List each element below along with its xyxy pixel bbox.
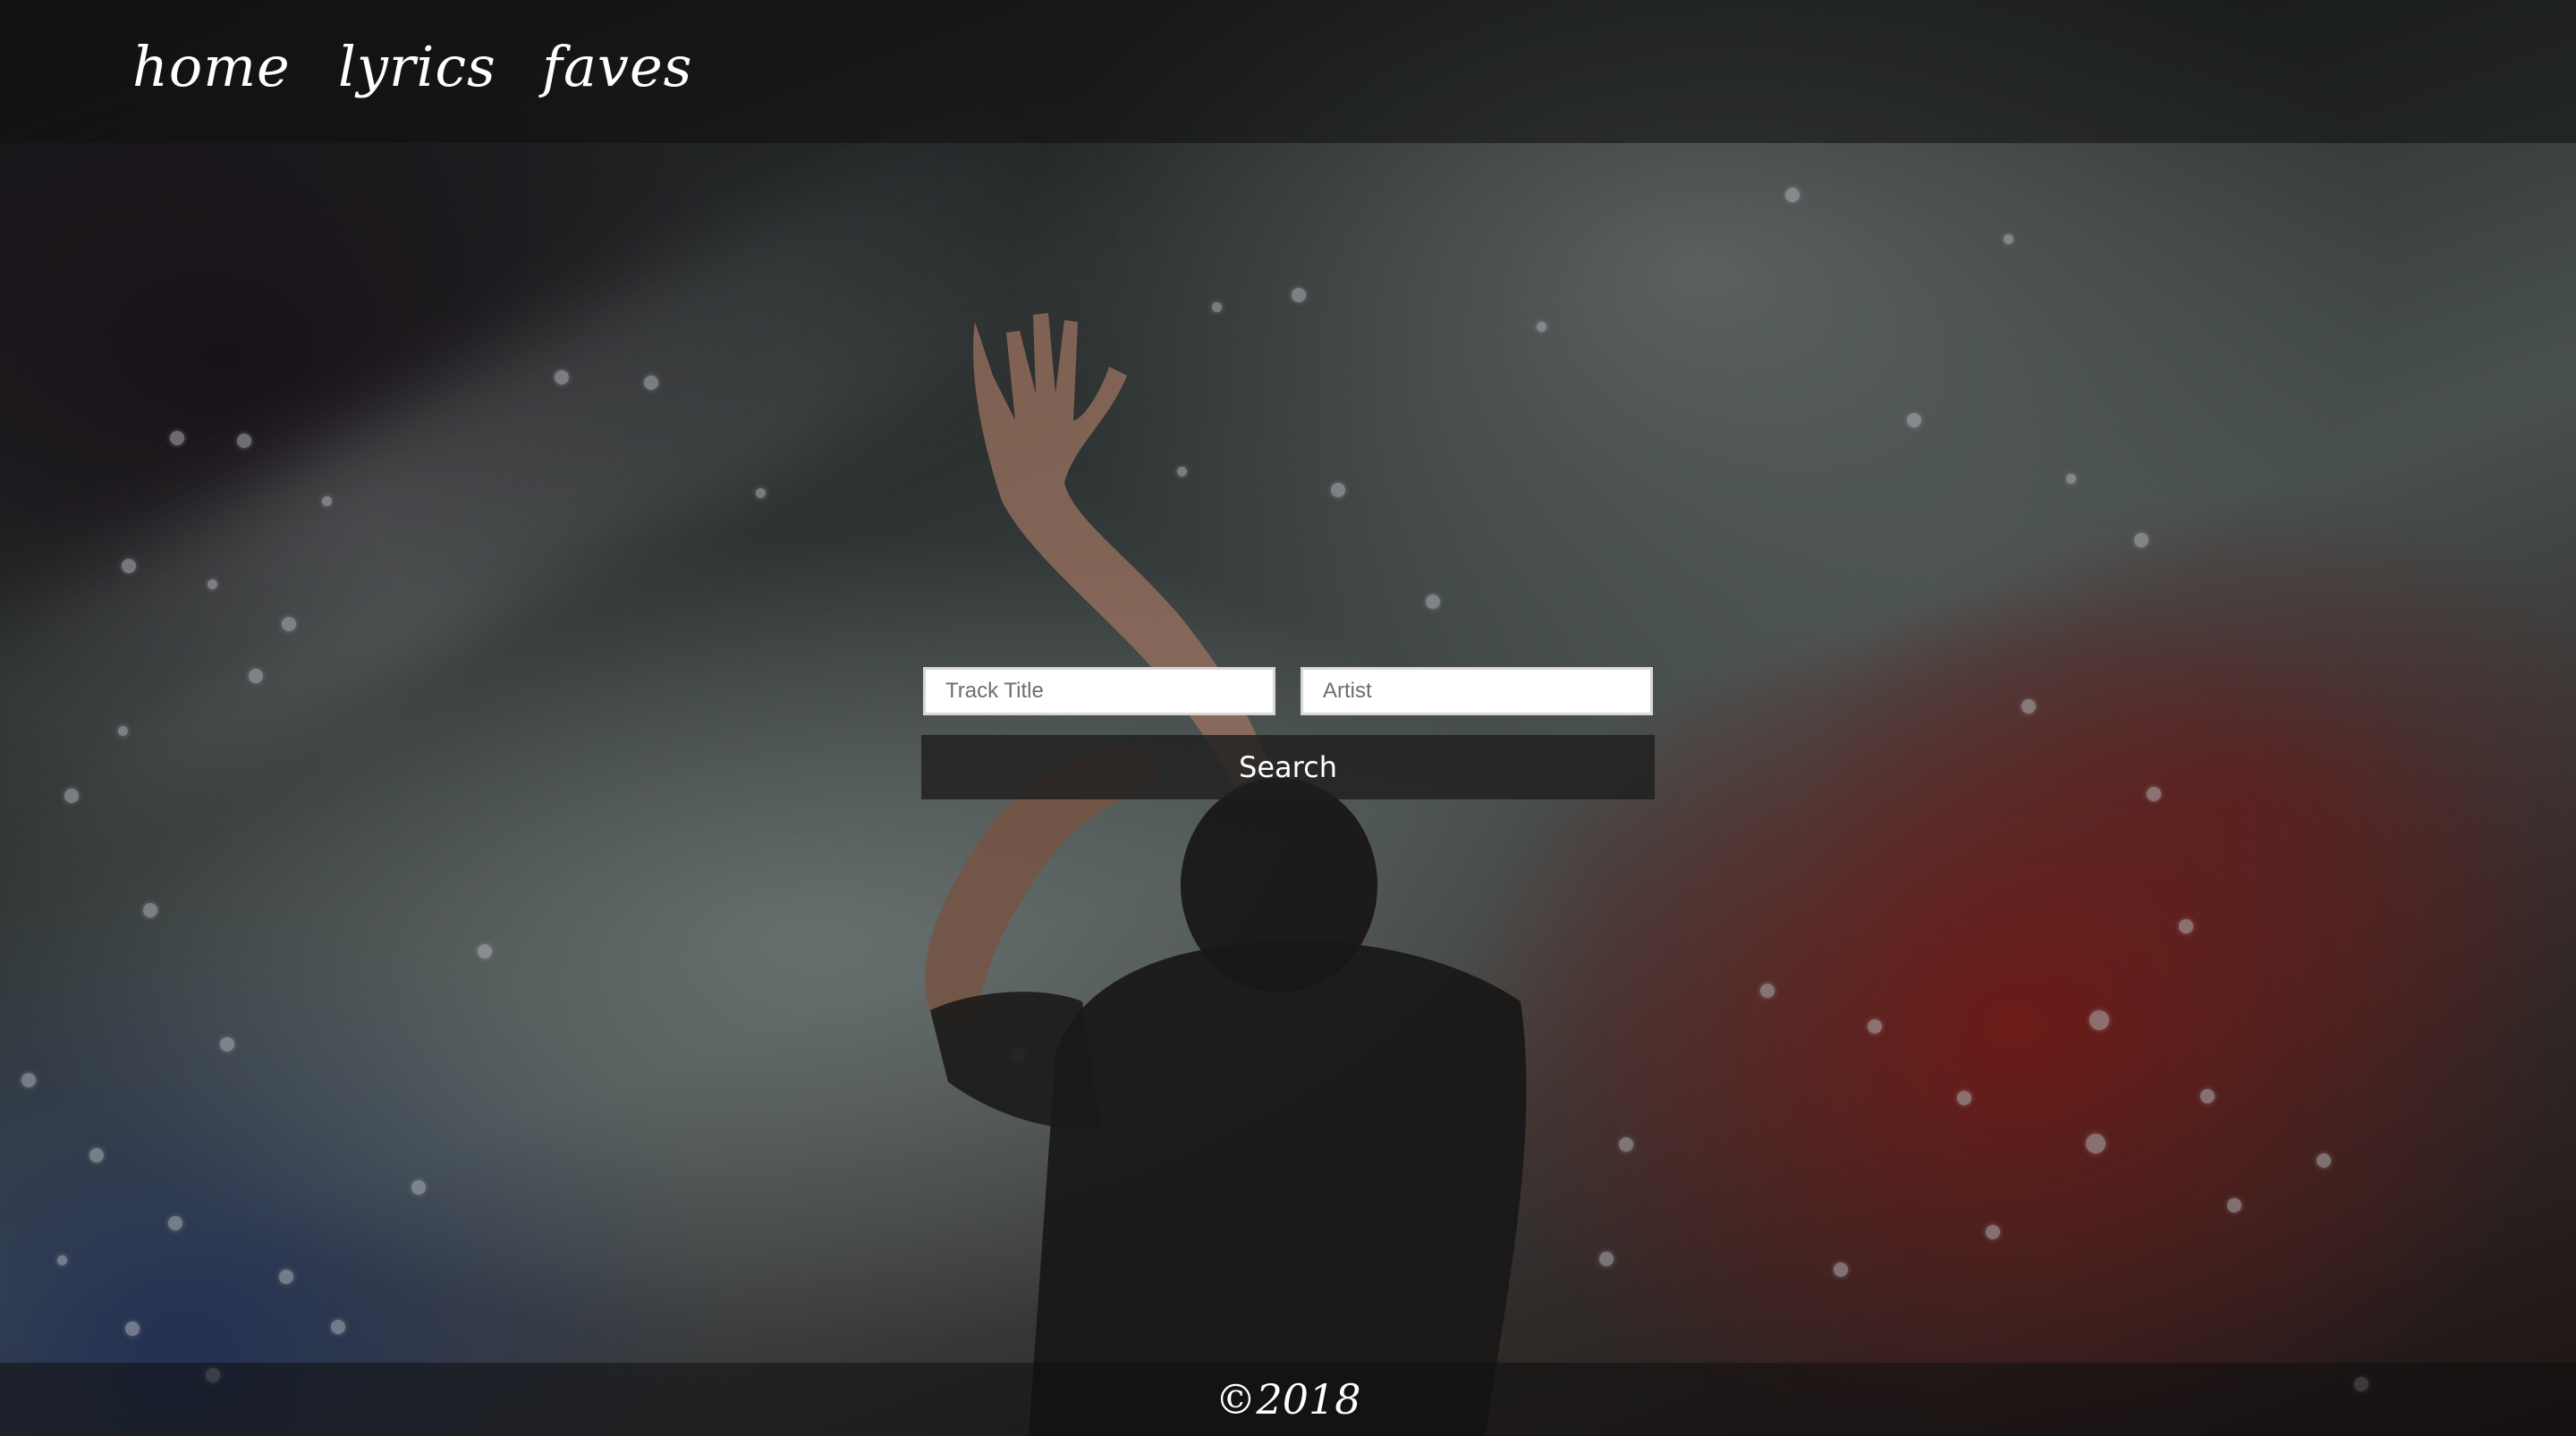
search-button[interactable]: Search — [921, 735, 1655, 799]
search-fields-row — [923, 667, 1653, 715]
artist-input[interactable] — [1301, 667, 1653, 715]
nav-link-home[interactable]: home — [132, 34, 291, 99]
copyright-text: ©2018 — [1215, 1375, 1361, 1423]
footer: ©2018 — [0, 1363, 2576, 1436]
top-nav: home lyrics faves — [0, 0, 2576, 143]
nav-link-faves[interactable]: faves — [542, 34, 692, 99]
lyrics-search-form: Search — [921, 667, 1655, 799]
nav-link-lyrics[interactable]: lyrics — [338, 34, 496, 99]
track-title-input[interactable] — [923, 667, 1275, 715]
